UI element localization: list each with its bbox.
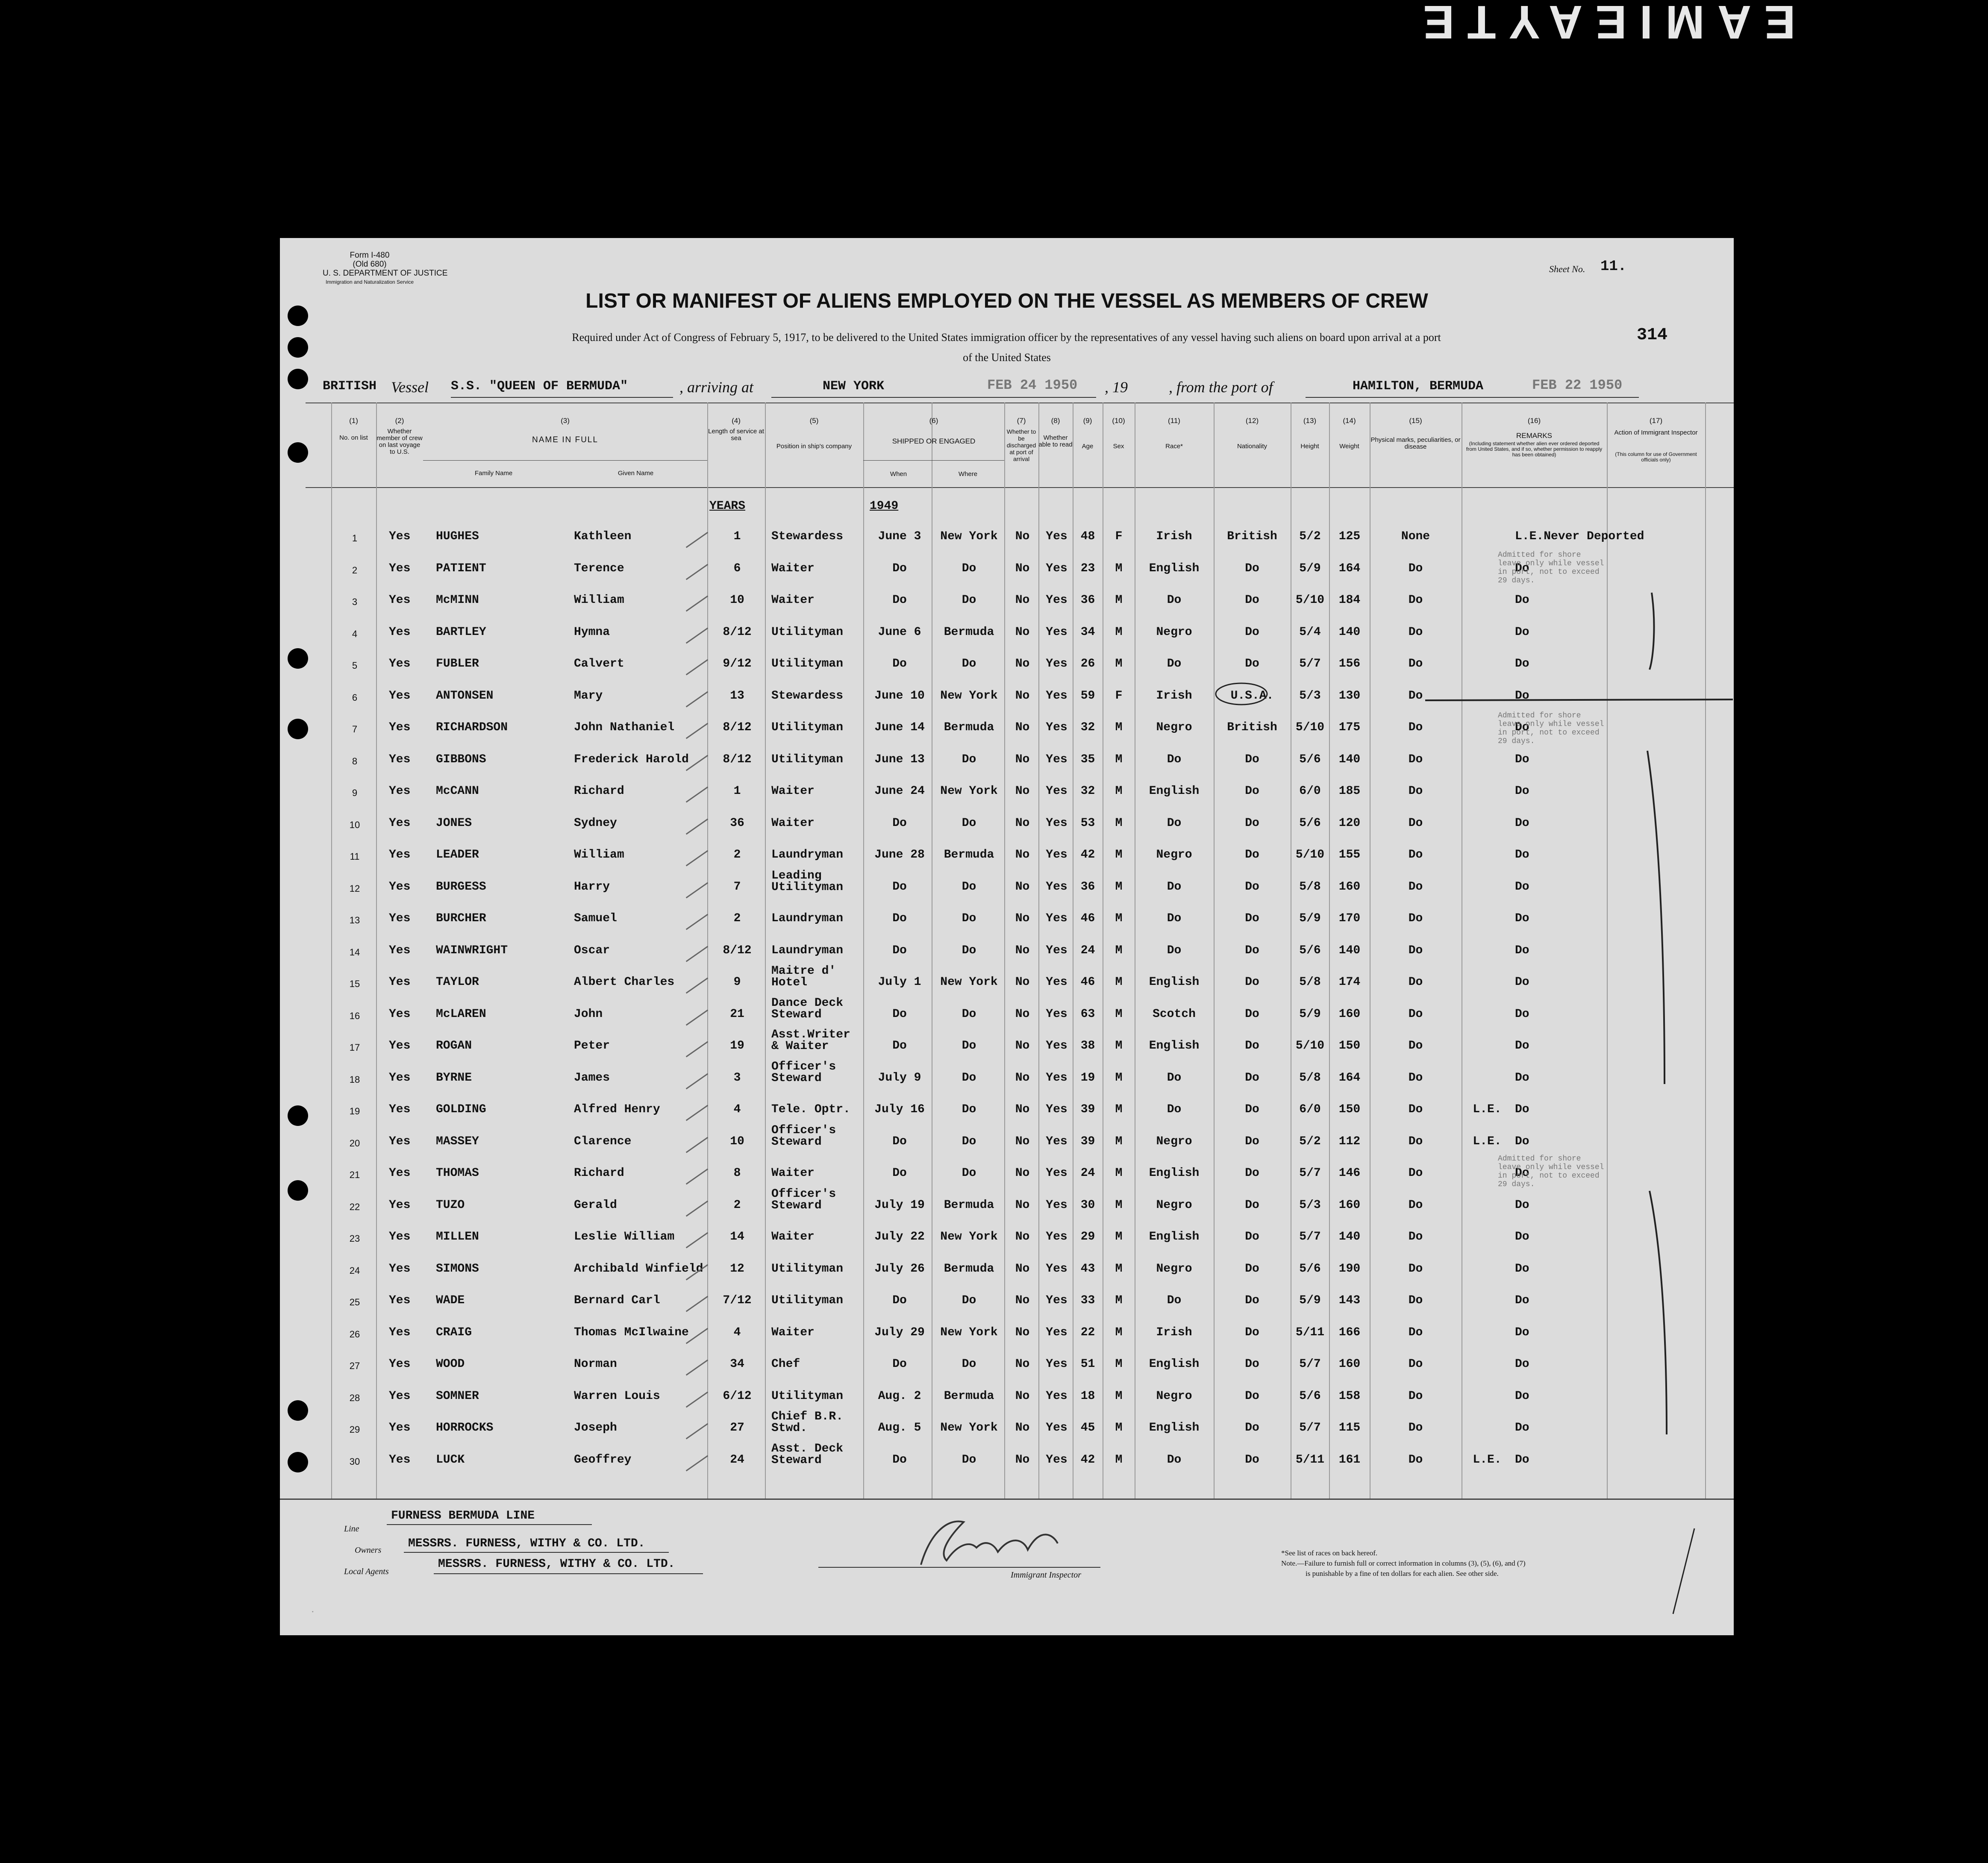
agents-name: MESSRS. FURNESS, WITHY & CO. LTD. xyxy=(438,1557,675,1571)
underline xyxy=(434,1573,703,1574)
reversed-film-label: ƎTYAƎIMAƎ xyxy=(1423,3,1809,41)
underline xyxy=(387,1524,592,1525)
line-label: Line xyxy=(344,1524,359,1534)
agents-label: Local Agents xyxy=(344,1567,389,1576)
handwritten-marks xyxy=(1215,592,1733,1614)
owners-label: Owners xyxy=(355,1546,382,1555)
penalty-note-2: is punishable by a fine of ten dollars f… xyxy=(1306,1569,1499,1578)
line-name: FURNESS BERMUDA LINE xyxy=(391,1509,535,1522)
owners-name: MESSRS. FURNESS, WITHY & CO. LTD. xyxy=(408,1537,645,1550)
printer-mark: ◦ xyxy=(312,1610,314,1614)
underline xyxy=(404,1552,669,1553)
races-note: *See list of races on back hereof. xyxy=(1281,1549,1378,1557)
penalty-note: Note.—Failure to furnish full or correct… xyxy=(1281,1559,1526,1567)
inspector-label: Immigrant Inspector xyxy=(1011,1570,1081,1580)
inspector-signature xyxy=(920,1520,1059,1565)
manifest-sheet: Form I-480 (Old 680) U. S. DEPARTMENT OF… xyxy=(280,238,1734,1635)
signature-line xyxy=(818,1567,1100,1568)
